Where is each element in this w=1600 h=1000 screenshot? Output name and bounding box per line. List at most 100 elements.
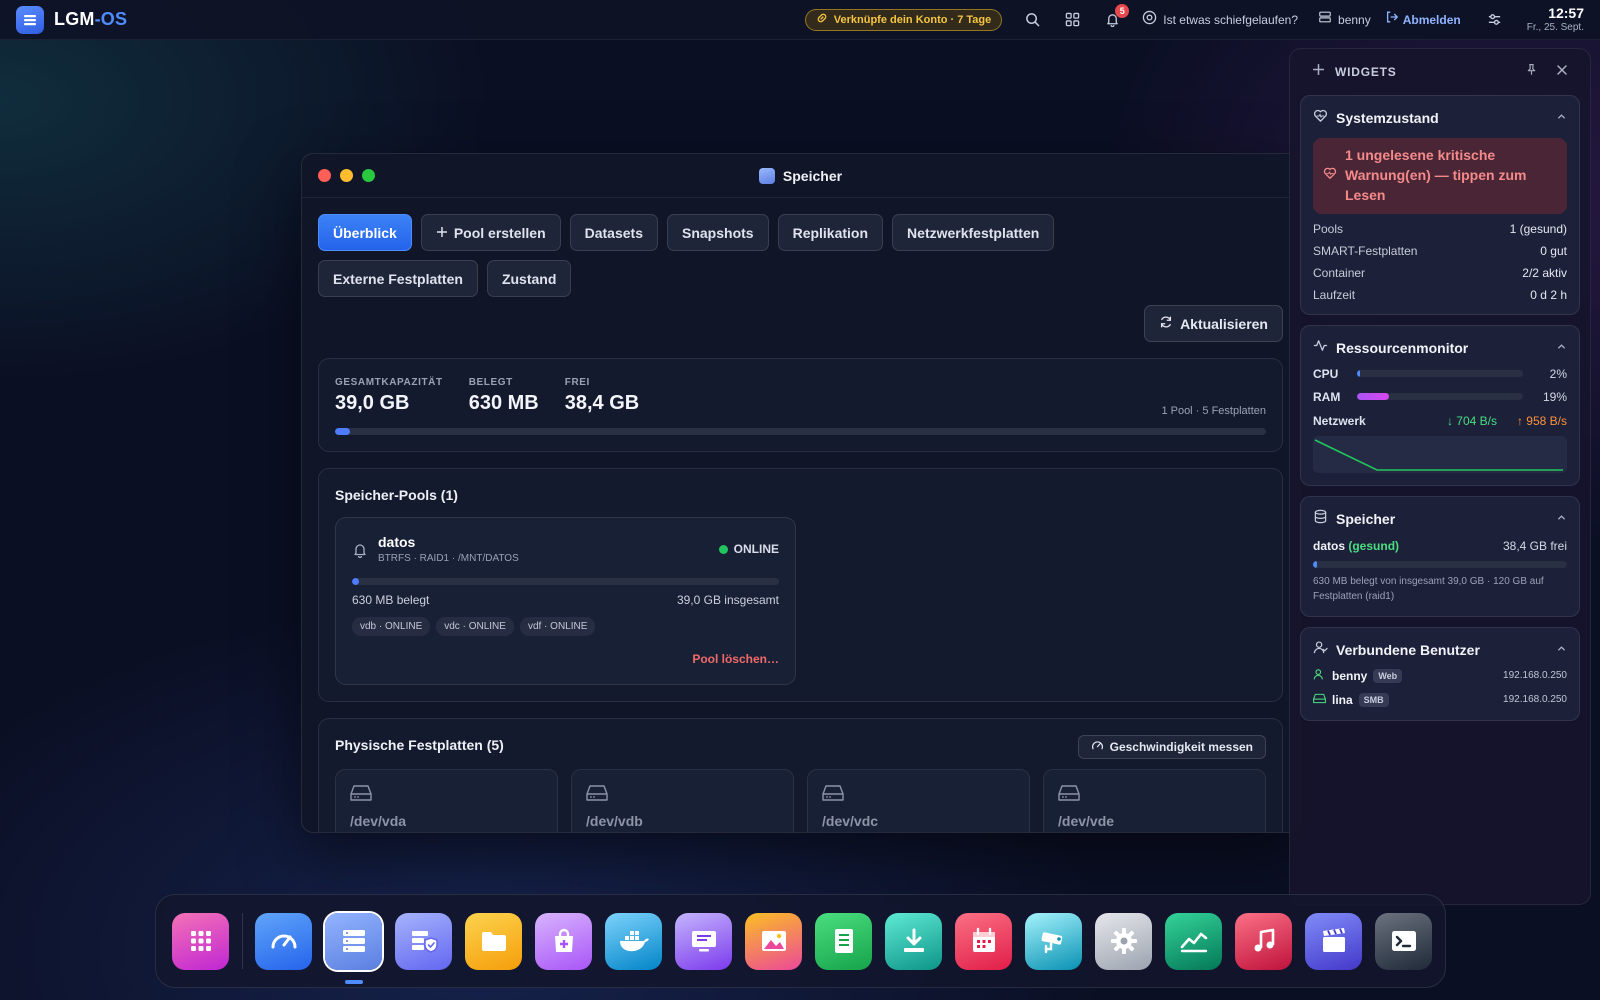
cpu-value: 2% <box>1549 366 1567 381</box>
tab-health[interactable]: Zustand <box>486 260 572 297</box>
search-icon[interactable] <box>1022 10 1042 30</box>
health-value: 1 (gesund) <box>1509 221 1567 236</box>
refresh-button[interactable]: Aktualisieren <box>1144 305 1283 342</box>
health-value: 2/2 aktiv <box>1522 265 1567 280</box>
minimize-window-button[interactable] <box>340 169 353 182</box>
remote-desktop-icon[interactable] <box>675 912 732 970</box>
photos-image-icon[interactable] <box>745 912 802 970</box>
quick-settings-icon[interactable] <box>1485 10 1505 30</box>
tab-overview[interactable]: Überblick <box>318 214 412 251</box>
resource-monitor-widget: Ressourcenmonitor CPU 2% RAM 19% Netzwer… <box>1300 324 1580 486</box>
physical-disks-card: Physische Festplatten (5) Geschwindigkei… <box>318 718 1283 832</box>
disk-name: /dev/vdc <box>822 813 879 829</box>
close-icon[interactable] <box>1556 63 1568 81</box>
tab-replication[interactable]: Replikation <box>777 214 884 251</box>
apps-grid-icon[interactable] <box>1062 10 1082 30</box>
terminal-icon[interactable] <box>1375 912 1432 970</box>
chevron-up-icon[interactable] <box>1556 641 1567 659</box>
cpu-label: CPU <box>1313 366 1339 381</box>
maximize-window-button[interactable] <box>362 169 375 182</box>
total-capacity-label: GESAMTKAPAZITÄT <box>335 377 443 388</box>
link-account-label: Verknüpfe dein Konto · 7 Tage <box>833 13 992 26</box>
security-camera-icon[interactable] <box>1025 912 1082 970</box>
storage-widget: Speicher datos (gesund) 38,4 GB frei 630… <box>1300 495 1580 617</box>
notifications-bell-icon[interactable]: 5 <box>1102 3 1130 30</box>
pool-name: datos <box>378 534 416 550</box>
disk-card[interactable]: /dev/vdb <box>571 769 794 832</box>
help-link[interactable]: Ist etwas schiefgelaufen? <box>1142 10 1298 30</box>
delete-pool-link[interactable]: Pool löschen… <box>692 652 779 666</box>
storage-free: 38,4 GB frei <box>1502 538 1567 553</box>
chevron-up-icon[interactable] <box>1556 339 1567 357</box>
server-icon <box>1318 10 1332 29</box>
chevron-up-icon[interactable] <box>1556 109 1567 127</box>
disk-card[interactable]: /dev/vdc <box>807 769 1030 832</box>
security-shield-icon[interactable] <box>395 912 452 970</box>
system-monitor-chart-icon[interactable] <box>1165 912 1222 970</box>
calendar-icon[interactable] <box>955 912 1012 970</box>
settings-gear-icon[interactable] <box>1095 912 1152 970</box>
disk-card[interactable]: /dev/vde <box>1043 769 1266 832</box>
tab-external-drives[interactable]: Externe Festplatten <box>318 260 478 297</box>
pin-icon[interactable] <box>1525 63 1538 81</box>
web-user-icon <box>1313 668 1326 684</box>
files-folder-icon[interactable] <box>465 912 522 970</box>
storage-app-icon <box>758 167 775 184</box>
pool-usage-bar <box>352 578 779 585</box>
link-icon <box>816 12 828 27</box>
tab-snapshots[interactable]: Snapshots <box>667 214 769 251</box>
pools-section-title: Speicher-Pools (1) <box>335 487 458 503</box>
dock-separator <box>242 913 243 969</box>
widget-title: Speicher <box>1336 510 1396 527</box>
user-name: lina <box>1332 692 1353 707</box>
health-key: Laufzeit <box>1313 287 1356 302</box>
downloads-icon[interactable] <box>885 912 942 970</box>
used-value: 630 MB <box>468 392 539 414</box>
storage-manager-icon[interactable] <box>325 912 382 984</box>
network-upload: ↑ 958 B/s <box>1516 413 1567 428</box>
hard-drive-icon <box>350 785 372 806</box>
disk-name: /dev/vdb <box>586 813 643 829</box>
disk-card[interactable]: /dev/vda <box>335 769 558 832</box>
activity-icon <box>1313 338 1328 358</box>
notes-list-icon[interactable] <box>815 912 872 970</box>
database-icon <box>1313 509 1328 529</box>
launcher-icon[interactable] <box>172 912 229 970</box>
plus-icon <box>436 225 448 241</box>
hard-drive-icon <box>586 785 608 806</box>
window-titlebar[interactable]: Speicher <box>302 154 1299 198</box>
pool-disk-chip: vdb · ONLINE <box>352 617 431 636</box>
pool-card[interactable]: datos BTRFS · RAID1 · /MNT/DATOS ONLINE … <box>335 517 796 685</box>
user-menu[interactable]: benny <box>1318 10 1371 29</box>
heart-warning-icon <box>1323 166 1337 206</box>
menu-logo-icon[interactable] <box>16 5 44 34</box>
widget-title: Ressourcenmonitor <box>1336 339 1469 356</box>
ram-value: 19% <box>1542 389 1567 404</box>
speed-test-button[interactable]: Geschwindigkeit messen <box>1077 735 1266 759</box>
music-note-icon[interactable] <box>1235 912 1292 970</box>
storage-note: 630 MB belegt von insgesamt 39,0 GB · 12… <box>1313 575 1544 602</box>
add-widget-icon[interactable] <box>1312 63 1325 81</box>
critical-warning-alert[interactable]: 1 ungelesene kritische Warnung(en) — tip… <box>1313 138 1567 214</box>
link-account-pill[interactable]: Verknüpfe dein Konto · 7 Tage <box>804 8 1003 31</box>
tab-network-drives[interactable]: Netzwerkfestplatten <box>892 214 1055 251</box>
tab-datasets[interactable]: Datasets <box>569 214 658 251</box>
close-window-button[interactable] <box>318 169 331 182</box>
dashboard-gauge-icon[interactable] <box>255 912 312 970</box>
system-health-widget: Systemzustand 1 ungelesene kritische War… <box>1300 95 1580 315</box>
app-store-bag-icon[interactable] <box>535 912 592 970</box>
video-clapper-icon[interactable] <box>1305 912 1362 970</box>
docker-whale-icon[interactable] <box>605 912 662 970</box>
widget-title: Verbundene Benutzer <box>1336 641 1480 658</box>
widgets-title: WIDGETS <box>1335 65 1397 79</box>
logout-button[interactable]: Abmelden <box>1385 10 1461 29</box>
health-key: Pools <box>1313 221 1344 236</box>
widget-title: Systemzustand <box>1336 110 1439 126</box>
bell-icon <box>352 542 368 563</box>
chevron-up-icon[interactable] <box>1556 510 1567 528</box>
capacity-bar <box>335 428 1266 435</box>
total-capacity-value: 39,0 GB <box>335 392 410 414</box>
users-icon <box>1313 640 1328 660</box>
tab-create-pool[interactable]: Pool erstellen <box>420 214 561 251</box>
user-name: benny <box>1332 668 1368 683</box>
